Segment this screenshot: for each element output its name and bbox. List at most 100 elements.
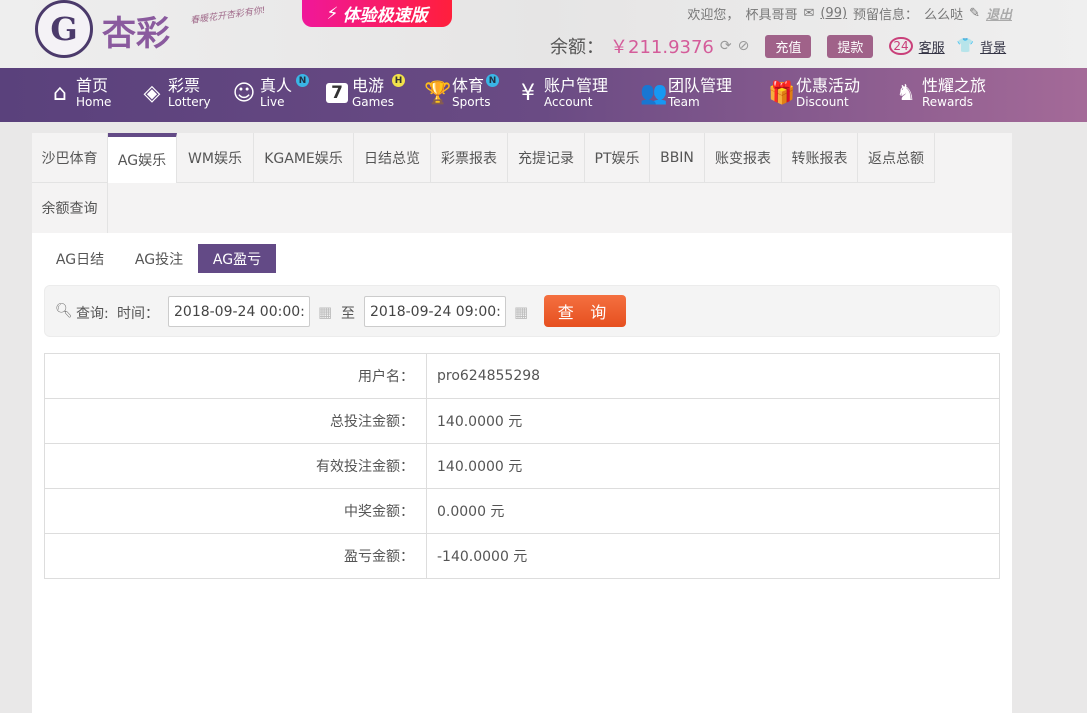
calendar-icon[interactable]: ▦ — [514, 303, 528, 321]
welcome-text: 欢迎您， — [687, 8, 740, 23]
logo-text[interactable]: 杏彩 — [102, 6, 170, 55]
tab-pt[interactable]: PT娱乐 — [585, 133, 650, 183]
table-row: 用户名： pro624855298 — [44, 353, 1000, 399]
refresh-icon[interactable]: ⟳ — [720, 38, 732, 54]
ticket-icon: ◈ — [143, 80, 161, 106]
new-badge: N — [296, 74, 309, 87]
tab-balance-change[interactable]: 账变报表 — [705, 133, 782, 183]
row-label: 用户名： — [44, 353, 427, 399]
nav-sports[interactable]: 🏆 体育 Sports N — [424, 74, 499, 109]
nav-sublabel: Lottery — [168, 95, 211, 109]
nav-label: 团队管理 — [668, 76, 733, 95]
nav-label: 彩票 — [168, 76, 201, 95]
row-value: 140.0000 元 — [426, 398, 1000, 444]
background-link[interactable]: 背景 — [980, 37, 1006, 56]
subtab-ag-bets[interactable]: AG投注 — [122, 244, 196, 273]
report-tabs: 沙巴体育 AG娱乐 WM娱乐 KGAME娱乐 日结总览 彩票报表 充提记录 PT… — [32, 133, 1012, 233]
nav-discount[interactable]: 🎁 优惠活动 Discount — [768, 76, 861, 109]
tab-kgame[interactable]: KGAME娱乐 — [254, 133, 354, 183]
deposit-button[interactable]: 充值 — [765, 34, 812, 58]
reserved-label: 预留信息： — [853, 8, 919, 23]
balance-row: 余额： ￥211.9376 ⟳ ⊘ 充值 提款 24 客服 👕 背景 — [550, 33, 1006, 59]
home-icon: ⌂ — [53, 80, 67, 106]
nav-account[interactable]: ¥ 账户管理 Account — [516, 78, 608, 109]
tab-bbin[interactable]: BBIN — [650, 133, 705, 183]
nav-label: 首页 — [76, 76, 109, 95]
start-time-input[interactable] — [168, 296, 310, 327]
mail-count-link[interactable]: (99) — [820, 6, 847, 21]
user-info: 欢迎您， 杯具哥哥 ✉ (99) 预留信息： 么么哒 ✎ 退出 — [687, 4, 1012, 23]
balance-value: ￥211.9376 — [610, 37, 714, 58]
search-icon: 🔍︎ — [55, 303, 73, 319]
seven-icon: 7 — [326, 83, 348, 103]
nav-label: 性耀之旅 — [922, 76, 987, 95]
customer-service-link[interactable]: 客服 — [919, 37, 945, 56]
edit-icon[interactable]: ✎ — [969, 6, 980, 21]
nav-sublabel: Rewards — [922, 95, 973, 109]
fast-version-button[interactable]: ⚡ 体验极速版 — [302, 0, 452, 27]
calendar-icon[interactable]: ▦ — [318, 303, 332, 321]
lady-icon: ☺ — [232, 80, 256, 106]
row-value: -140.0000 元 — [426, 533, 1000, 579]
nav-sublabel: Live — [260, 95, 285, 109]
nav-home[interactable]: ⌂ 首页 Home — [48, 76, 111, 109]
row-value: pro624855298 — [426, 353, 1000, 399]
nav-rewards[interactable]: ♞ 性耀之旅 Rewards — [894, 76, 987, 109]
tab-daily-overview[interactable]: 日结总览 — [354, 133, 431, 183]
nav-sublabel: Discount — [796, 95, 849, 109]
new-badge: N — [486, 74, 499, 87]
subtab-ag-daily[interactable]: AG日结 — [45, 244, 115, 273]
withdraw-button[interactable]: 提款 — [827, 34, 874, 58]
tab-ag[interactable]: AG娱乐 — [108, 133, 177, 183]
tab-deposit-withdraw[interactable]: 充提记录 — [508, 133, 585, 183]
team-icon: 👥 — [640, 80, 668, 106]
nav-games[interactable]: 7 电游 Games H — [326, 74, 405, 108]
nav-sublabel: Team — [668, 95, 700, 109]
main-nav: ⌂ 首页 Home ◈ 彩票 Lottery ☺ 真人 Live N 7 电游 Games H 🏆 体… — [0, 68, 1087, 122]
mail-icon[interactable]: ✉ — [803, 6, 814, 21]
time-label: 时间： — [117, 306, 159, 322]
tab-transfer-report[interactable]: 转账报表 — [782, 133, 858, 183]
balance-label: 余额： — [550, 37, 604, 58]
logo-emblem[interactable]: G — [35, 0, 93, 58]
tab-lottery-report[interactable]: 彩票报表 — [431, 133, 508, 183]
profit-table: 用户名： pro624855298 总投注金额： 140.0000 元 有效投注金额… — [44, 353, 1000, 579]
headset-24-icon: 24 — [889, 37, 913, 55]
row-value: 0.0000 元 — [426, 488, 1000, 534]
row-label: 中奖金额： — [44, 488, 427, 534]
tab-shaba-sports[interactable]: 沙巴体育 — [32, 133, 108, 183]
row-value: 140.0000 元 — [426, 443, 1000, 489]
slogan: 春暖花开杏彩有你! — [189, 5, 267, 27]
end-time-input[interactable] — [364, 296, 506, 327]
query-button[interactable]: 查 询 — [544, 295, 626, 327]
content-panel: 沙巴体育 AG娱乐 WM娱乐 KGAME娱乐 日结总览 彩票报表 充提记录 PT… — [32, 133, 1012, 713]
nav-label: 体育 — [452, 76, 485, 95]
tab-balance-query[interactable]: 余额查询 — [32, 183, 108, 233]
username: 杯具哥哥 — [745, 8, 798, 23]
nav-sublabel: Account — [544, 95, 593, 109]
nav-label: 优惠活动 — [796, 76, 861, 95]
trophy-icon: 🏆 — [424, 80, 452, 106]
nav-lottery[interactable]: ◈ 彩票 Lottery — [140, 76, 211, 109]
header: G 杏彩 春暖花开杏彩有你! ⚡ 体验极速版 欢迎您， 杯具哥哥 ✉ (99) 预… — [0, 0, 1087, 68]
nav-label: 电游 — [352, 76, 385, 95]
subtab-ag-profit[interactable]: AG盈亏 — [198, 244, 276, 273]
lightning-icon: ⚡ — [326, 3, 339, 24]
tab-wm[interactable]: WM娱乐 — [177, 133, 254, 183]
nav-sublabel: Sports — [452, 95, 491, 109]
logout-link[interactable]: 退出 — [986, 4, 1012, 23]
table-row: 中奖金额： 0.0000 元 — [44, 488, 1000, 534]
row-label: 盈亏金额： — [44, 533, 427, 579]
nav-team[interactable]: 👥 团队管理 Team — [640, 76, 733, 109]
hide-eye-icon[interactable]: ⊘ — [738, 38, 750, 54]
reserved-value: 么么哒 — [924, 8, 964, 23]
tab-rebate-total[interactable]: 返点总额 — [858, 133, 935, 183]
hot-badge: H — [392, 74, 405, 87]
nav-live[interactable]: ☺ 真人 Live N — [232, 74, 309, 109]
table-row: 盈亏金额： -140.0000 元 — [44, 533, 1000, 579]
row-label: 总投注金额： — [44, 398, 427, 444]
yen-coin-icon: ¥ — [521, 80, 535, 106]
nav-label: 真人 — [260, 76, 293, 95]
to-label: 至 — [341, 306, 355, 322]
fast-version-label: 体验极速版 — [342, 6, 428, 26]
